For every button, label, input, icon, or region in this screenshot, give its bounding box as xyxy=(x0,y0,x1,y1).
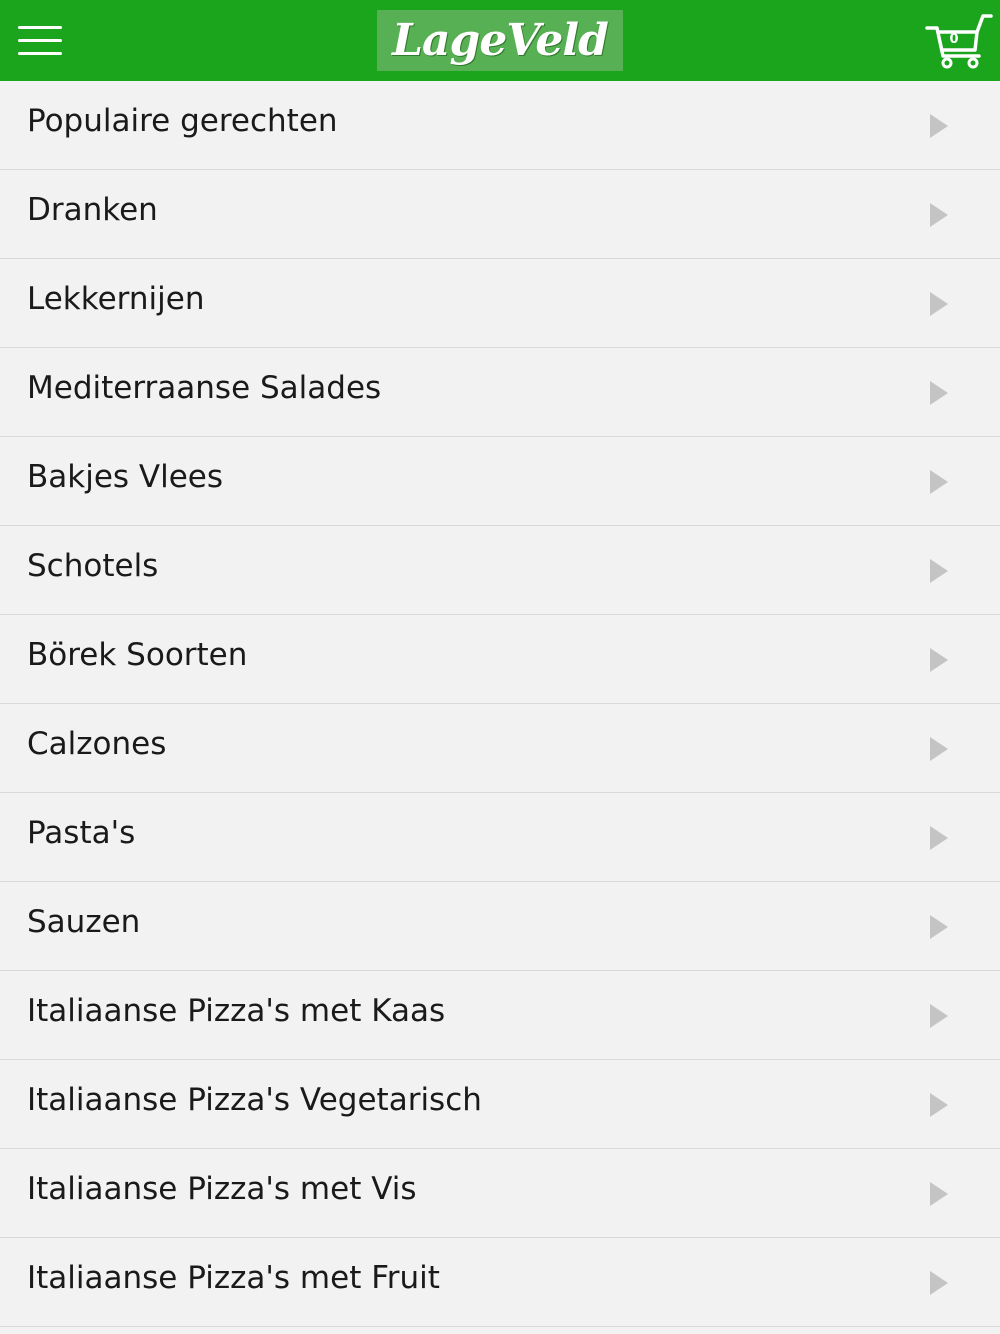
category-label: Börek Soorten xyxy=(27,637,248,673)
chevron-right-icon xyxy=(930,114,948,138)
menu-line xyxy=(18,26,62,29)
category-item[interactable]: Dranken xyxy=(0,170,1000,259)
category-label: Calzones xyxy=(27,726,167,762)
category-label: Italiaanse Pizza's met Kaas xyxy=(27,993,446,1029)
chevron-right-icon xyxy=(930,470,948,494)
category-item[interactable]: Schotels xyxy=(0,526,1000,615)
menu-line xyxy=(18,52,62,55)
chevron-right-icon xyxy=(930,1182,948,1206)
chevron-right-icon xyxy=(930,381,948,405)
chevron-right-icon xyxy=(930,1093,948,1117)
category-list: Populaire gerechten Dranken Lekkernijen … xyxy=(0,81,1000,1327)
category-label: Lekkernijen xyxy=(27,281,205,317)
chevron-right-icon xyxy=(930,203,948,227)
chevron-right-icon xyxy=(930,1004,948,1028)
hamburger-icon[interactable] xyxy=(14,18,66,62)
category-label: Italiaanse Pizza's Vegetarisch xyxy=(27,1082,482,1118)
top-bar: LageVeld 0 xyxy=(0,0,1000,81)
chevron-right-icon xyxy=(930,915,948,939)
shopping-cart-icon[interactable]: 0 xyxy=(925,10,993,70)
category-item[interactable]: Mediterraanse Salades xyxy=(0,348,1000,437)
logo[interactable]: LageVeld xyxy=(377,10,623,71)
category-item[interactable]: Sauzen xyxy=(0,882,1000,971)
category-item[interactable]: Italiaanse Pizza's Vegetarisch xyxy=(0,1060,1000,1149)
category-label: Italiaanse Pizza's met Vis xyxy=(27,1171,417,1207)
menu-line xyxy=(18,39,62,42)
category-item[interactable]: Italiaanse Pizza's met Fruit xyxy=(0,1238,1000,1327)
category-item[interactable]: Italiaanse Pizza's met Vis xyxy=(0,1149,1000,1238)
chevron-right-icon xyxy=(930,559,948,583)
category-label: Mediterraanse Salades xyxy=(27,370,382,406)
category-item[interactable]: Bakjes Vlees xyxy=(0,437,1000,526)
category-label: Dranken xyxy=(27,192,158,228)
category-label: Sauzen xyxy=(27,904,141,940)
category-label: Schotels xyxy=(27,548,159,584)
category-item[interactable]: Calzones xyxy=(0,704,1000,793)
category-item[interactable]: Italiaanse Pizza's met Kaas xyxy=(0,971,1000,1060)
chevron-right-icon xyxy=(930,826,948,850)
chevron-right-icon xyxy=(930,648,948,672)
chevron-right-icon xyxy=(930,737,948,761)
category-label: Italiaanse Pizza's met Fruit xyxy=(27,1260,440,1296)
category-label: Populaire gerechten xyxy=(27,103,338,139)
chevron-right-icon xyxy=(930,1271,948,1295)
category-item[interactable]: Populaire gerechten xyxy=(0,81,1000,170)
cart-count-badge: 0 xyxy=(949,32,959,47)
category-item[interactable]: Börek Soorten xyxy=(0,615,1000,704)
category-item[interactable]: Pasta's xyxy=(0,793,1000,882)
category-item[interactable]: Lekkernijen xyxy=(0,259,1000,348)
category-label: Pasta's xyxy=(27,815,136,851)
category-label: Bakjes Vlees xyxy=(27,459,224,495)
chevron-right-icon xyxy=(930,292,948,316)
